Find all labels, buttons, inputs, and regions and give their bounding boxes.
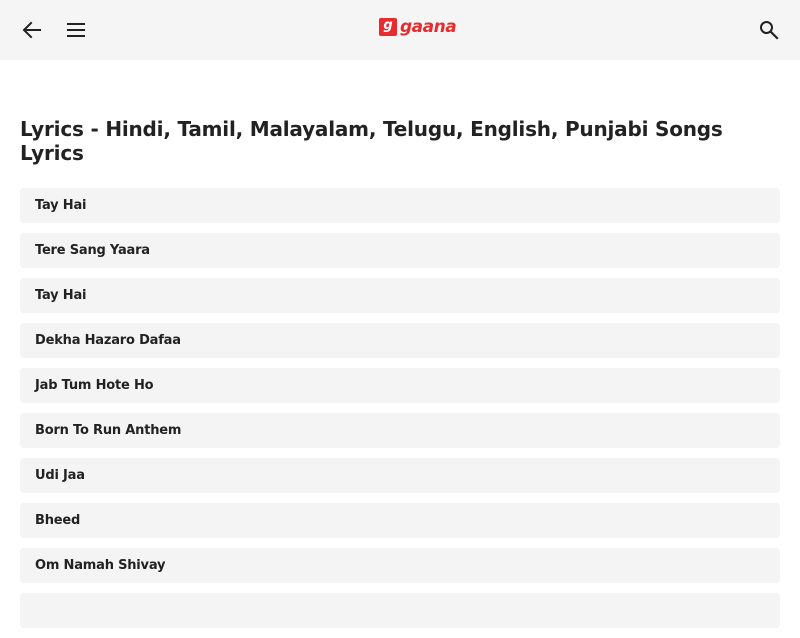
song-list-item[interactable]: Born To Run Anthem	[20, 413, 780, 448]
song-list-item[interactable]: Jab Tum Hote Ho	[20, 368, 780, 403]
song-title: Dekha Hazaro Dafaa	[35, 333, 181, 348]
song-title: Tere Sang Yaara	[35, 243, 150, 258]
logo-badge: g	[379, 18, 397, 36]
song-title: Tay Hai	[35, 288, 87, 303]
song-title: Jab Tum Hote Ho	[35, 378, 154, 393]
song-title: Born To Run Anthem	[35, 423, 182, 438]
song-title: Tay Hai	[35, 198, 87, 213]
song-list-item[interactable]	[20, 593, 780, 628]
song-title: Om Namah Shivay	[35, 558, 166, 573]
hamburger-menu-icon	[67, 23, 85, 37]
gaana-logo[interactable]: g gaana	[379, 15, 457, 39]
menu-button[interactable]	[60, 14, 92, 46]
song-list-item[interactable]: Om Namah Shivay	[20, 548, 780, 583]
search-button[interactable]	[753, 14, 785, 46]
song-title: Udi Jaa	[35, 468, 85, 483]
logo-wordmark: gaana	[400, 17, 457, 37]
page-title: Lyrics - Hindi, Tamil, Malayalam, Telugu…	[20, 117, 723, 165]
arrow-left-icon	[22, 21, 41, 39]
song-list-item[interactable]: Dekha Hazaro Dafaa	[20, 323, 780, 358]
song-list-item[interactable]: Bheed	[20, 503, 780, 538]
song-list-item[interactable]: Tay Hai	[20, 278, 780, 313]
song-list-item[interactable]: Udi Jaa	[20, 458, 780, 493]
back-button[interactable]	[16, 14, 48, 46]
song-title: Bheed	[35, 513, 81, 528]
song-list-item[interactable]: Tay Hai	[20, 188, 780, 223]
search-icon	[760, 21, 779, 40]
song-list: Tay Hai Tere Sang Yaara Tay Hai Dekha Ha…	[20, 188, 780, 638]
app-header: g gaana	[0, 0, 800, 60]
song-list-item[interactable]: Tere Sang Yaara	[20, 233, 780, 268]
